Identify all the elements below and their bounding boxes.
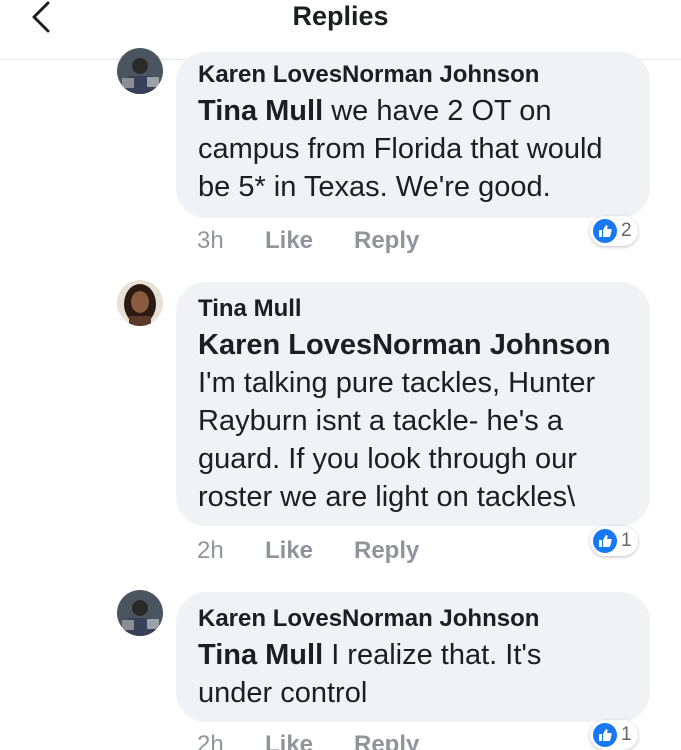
comment-bubble: Karen LovesNorman Johnson Tina Mull I re…: [176, 592, 650, 722]
reaction-badge[interactable]: 2: [590, 216, 638, 246]
avatar[interactable]: [117, 590, 163, 636]
mention-link[interactable]: Karen LovesNorman Johnson: [198, 329, 611, 361]
like-button[interactable]: Like: [265, 536, 354, 566]
thumbs-up-icon: [593, 723, 617, 747]
reaction-count: 1: [621, 724, 632, 745]
comment-author[interactable]: Karen LovesNorman Johnson: [198, 60, 628, 90]
comment-author[interactable]: Tina Mull: [198, 294, 628, 324]
comment-actions: 2h Like Reply: [197, 536, 419, 566]
avatar[interactable]: [117, 280, 163, 326]
reaction-badge[interactable]: 1: [590, 526, 638, 556]
like-button[interactable]: Like: [265, 226, 354, 256]
mention-link[interactable]: Tina Mull: [198, 95, 323, 127]
thumbs-up-icon: [593, 219, 617, 243]
reply-button[interactable]: Reply: [354, 226, 419, 256]
comment-actions: 2h Like Reply: [197, 730, 419, 750]
reply-button[interactable]: Reply: [354, 730, 419, 750]
comment-author[interactable]: Karen LovesNorman Johnson: [198, 604, 628, 634]
header-bar: Replies: [0, 0, 681, 60]
timestamp: 3h: [197, 227, 224, 254]
reaction-badge[interactable]: 1: [590, 720, 638, 750]
comment-text: Tina Mull I realize that. It's under con…: [198, 639, 542, 709]
mention-link[interactable]: Tina Mull: [198, 639, 323, 671]
like-button[interactable]: Like: [265, 730, 354, 750]
thumbs-up-icon: [593, 529, 617, 553]
timestamp: 2h: [197, 731, 224, 750]
comment-text: Tina Mull we have 2 OT on campus from Fl…: [198, 95, 603, 203]
comment-text: Karen LovesNorman Johnson I'm talking pu…: [198, 329, 611, 513]
reply-button[interactable]: Reply: [354, 536, 419, 566]
comment-bubble: Karen LovesNorman Johnson Tina Mull we h…: [176, 52, 650, 218]
timestamp: 2h: [197, 537, 224, 564]
reaction-count: 2: [621, 220, 632, 241]
reaction-count: 1: [621, 530, 632, 551]
comment-bubble: Tina Mull Karen LovesNorman Johnson I'm …: [176, 282, 650, 526]
avatar[interactable]: [117, 48, 163, 94]
comment-actions: 3h Like Reply: [197, 226, 419, 256]
page-title: Replies: [292, 1, 389, 31]
